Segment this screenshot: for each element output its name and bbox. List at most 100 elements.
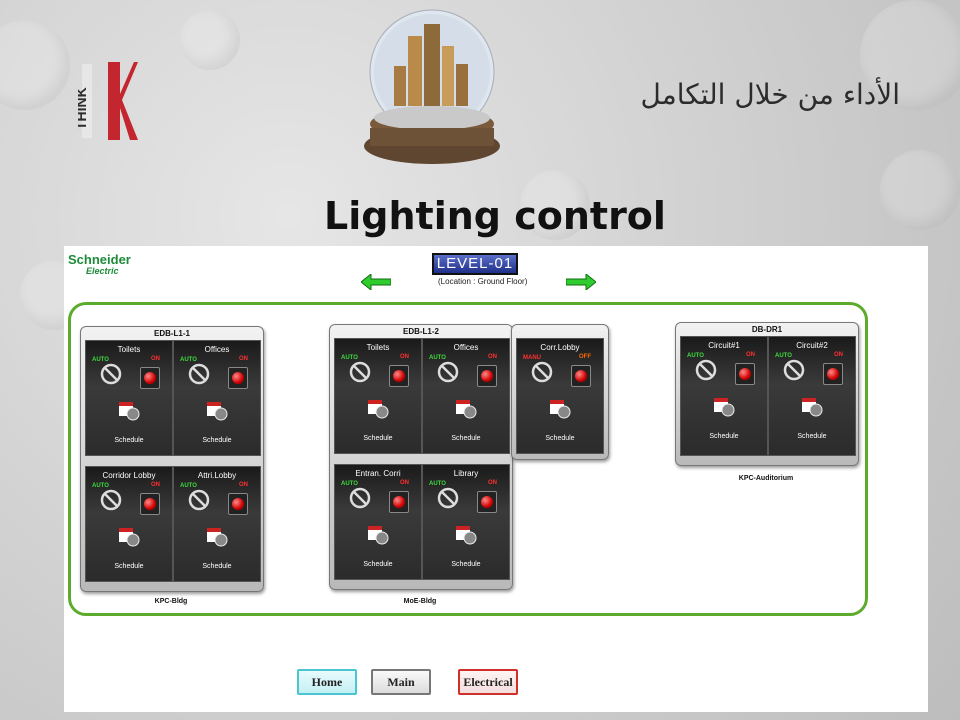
schedule-icon[interactable] (367, 397, 389, 419)
on-status-label: ON (239, 482, 248, 488)
on-off-button[interactable] (389, 365, 409, 387)
board-title: EDB-L1-1 (153, 329, 190, 338)
previous-level-arrow-icon[interactable] (361, 274, 391, 290)
think-logo: THINK (78, 62, 138, 140)
schedule-label: Schedule (114, 563, 144, 570)
on-status-label: ON (834, 352, 843, 358)
on-off-button[interactable] (823, 363, 843, 385)
schedule-label: Schedule (797, 433, 827, 440)
circuit-cell-circuit-1: Circuit#1 AUTO ON Schedule (680, 336, 768, 456)
cell-label: Offices (204, 345, 230, 354)
next-level-arrow-icon[interactable] (566, 274, 596, 290)
mode-toggle-icon[interactable] (349, 361, 371, 383)
building-label-kpc-auditorium: KPC-Auditorium (738, 475, 794, 482)
mode-toggle-icon[interactable] (100, 363, 122, 385)
on-off-button[interactable] (140, 493, 160, 515)
schedule-icon[interactable] (455, 523, 477, 545)
on-off-button[interactable] (477, 491, 497, 513)
board-db-dr1: DB-DR1 Circuit#1 AUTO ON Schedule Circui… (675, 322, 859, 466)
schedule-label: Schedule (709, 433, 739, 440)
on-status-label: ON (400, 480, 409, 486)
background-bubble (0, 20, 70, 110)
circuit-cell-offices: Offices AUTO ON Schedule (422, 338, 510, 454)
mode-toggle-icon[interactable] (188, 363, 210, 385)
schedule-icon[interactable] (206, 399, 228, 421)
mode-toggle-icon[interactable] (695, 359, 717, 381)
circuit-cell-library: Library AUTO ON Schedule (422, 464, 510, 580)
cell-label: Toilets (117, 345, 141, 354)
on-off-button[interactable] (228, 493, 248, 515)
cell-label: Circuit#2 (796, 341, 828, 350)
board-edb-l1-2: EDB-L1-2 Toilets AUTO ON Schedule Office… (329, 324, 513, 590)
schedule-label: Schedule (114, 437, 144, 444)
schedule-icon[interactable] (118, 525, 140, 547)
building-label-kpc: KPC-Bldg (154, 598, 188, 605)
globe-emblem (364, 9, 500, 164)
on-status-label: ON (151, 482, 160, 488)
circuit-cell-circuit-2: Circuit#2 AUTO ON Schedule (768, 336, 856, 456)
schedule-label: Schedule (202, 437, 232, 444)
schneider-logo: Schneider (68, 252, 131, 267)
location-label: (Location : Ground Floor) (438, 277, 528, 286)
schedule-label: Schedule (451, 435, 481, 442)
lighting-control-panel: Schneider Electric LEVEL-01 (Location : … (64, 246, 928, 712)
schedule-icon[interactable] (713, 395, 735, 417)
schedule-icon[interactable] (206, 525, 228, 547)
main-button[interactable]: Main (371, 669, 431, 695)
mode-toggle-icon[interactable] (783, 359, 805, 381)
cell-label: Circuit#1 (708, 341, 740, 350)
schedule-icon[interactable] (801, 395, 823, 417)
circuit-cell-corridor-lobby: Corridor Lobby AUTO ON Schedule (85, 466, 173, 582)
on-status-label: ON (488, 480, 497, 486)
building-label-moe: MoE-Bldg (403, 598, 437, 605)
circuit-cell-attri-lobby: Attri.Lobby AUTO ON Schedule (173, 466, 261, 582)
level-indicator: LEVEL-01 (432, 253, 518, 275)
svg-text:THINK: THINK (78, 87, 89, 130)
on-off-button[interactable] (477, 365, 497, 387)
mode-toggle-icon[interactable] (349, 487, 371, 509)
cell-label: Corridor Lobby (102, 471, 156, 480)
schedule-icon[interactable] (118, 399, 140, 421)
mode-toggle-icon[interactable] (437, 487, 459, 509)
schedule-label: Schedule (451, 561, 481, 568)
cell-label: Toilets (366, 343, 390, 352)
on-status-label: ON (746, 352, 755, 358)
off-status-label: OFF (579, 354, 591, 360)
mode-toggle-icon[interactable] (100, 489, 122, 511)
board-title: DB-DR1 (751, 325, 783, 334)
schedule-label: Schedule (363, 561, 393, 568)
mode-toggle-icon[interactable] (531, 361, 553, 383)
board-edb-l1-1: EDB-L1-1 Toilets AUTO ON Schedule Office… (80, 326, 264, 592)
cell-label: Library (453, 469, 479, 478)
background-bubble (180, 10, 240, 70)
cell-label: Attri.Lobby (197, 471, 237, 480)
circuit-cell-toilets: Toilets AUTO ON Schedule (85, 340, 173, 456)
home-button[interactable]: Home (297, 669, 357, 695)
schneider-logo-subtitle: Electric (86, 266, 119, 276)
mode-toggle-icon[interactable] (437, 361, 459, 383)
schedule-label: Schedule (202, 563, 232, 570)
on-status-label: ON (400, 354, 409, 360)
on-off-button[interactable] (140, 367, 160, 389)
schedule-icon[interactable] (455, 397, 477, 419)
schedule-label: Schedule (545, 435, 575, 442)
schedule-label: Schedule (363, 435, 393, 442)
circuit-cell-entrance-corridor: Entran. Corri AUTO ON Schedule (334, 464, 422, 580)
on-status-label: ON (151, 356, 160, 362)
schedule-icon[interactable] (549, 397, 571, 419)
board-corr-lobby: Corr.Lobby MANU OFF Schedule (511, 324, 609, 460)
board-title: EDB-L1-2 (402, 327, 439, 336)
on-off-button[interactable] (228, 367, 248, 389)
page-title: Lighting control (324, 194, 666, 238)
circuit-cell-offices: Offices AUTO ON Schedule (173, 340, 261, 456)
on-status-label: ON (488, 354, 497, 360)
circuit-cell-corr-lobby: Corr.Lobby MANU OFF Schedule (516, 338, 604, 454)
on-off-button[interactable] (735, 363, 755, 385)
schedule-icon[interactable] (367, 523, 389, 545)
on-off-button[interactable] (571, 365, 591, 387)
mode-toggle-icon[interactable] (188, 489, 210, 511)
on-status-label: ON (239, 356, 248, 362)
cell-label: Entran. Corri (355, 469, 401, 478)
on-off-button[interactable] (389, 491, 409, 513)
electrical-button[interactable]: Electrical (458, 669, 518, 695)
